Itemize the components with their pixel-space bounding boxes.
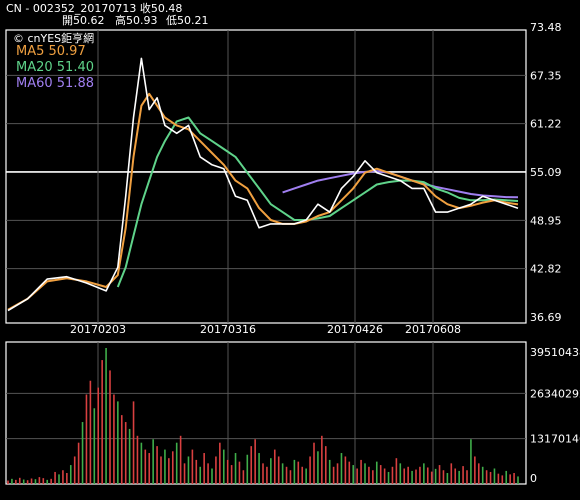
price-y-tick-label: 67.35: [530, 69, 562, 82]
volume-y-axis: 39510438 26340292 13170146 0: [530, 346, 580, 485]
price-x-axis: 20170203 20170316 20170426 20170608: [70, 323, 461, 336]
price-x-tick-label: 20170608: [405, 323, 461, 336]
price-y-tick-label: 55.09: [530, 166, 562, 179]
volume-bars: [7, 348, 519, 484]
price-x-tick-label: 20170316: [200, 323, 256, 336]
price-series: [7, 57, 519, 312]
ma5-legend: MA5 50.97: [16, 44, 86, 59]
price-x-tick-label: 20170203: [70, 323, 126, 336]
price-y-tick-label: 36.69: [530, 311, 562, 324]
price-y-tick-label: 61.22: [530, 118, 562, 131]
close-price-line: [7, 57, 519, 312]
stock-chart: CN - 002352_20170713 收50.48 開50.62 高50.9…: [5, 1, 580, 485]
ma5-line: [7, 92, 519, 311]
volume-grid: [6, 342, 526, 484]
price-y-axis: 73.48 67.35 61.22 55.09 48.95 42.82 36.69: [530, 21, 562, 324]
ma20-line: [116, 116, 519, 288]
volume-y-tick-label: 13170146: [530, 433, 580, 446]
volume-panel-frame: [5, 341, 527, 485]
open-price: 開50.62: [62, 14, 105, 27]
price-y-tick-label: 48.95: [530, 214, 562, 227]
copyright-label: © cnYES鉅亨網: [13, 31, 94, 45]
price-y-tick-label: 42.82: [530, 263, 562, 276]
ma60-legend: MA60 51.88: [16, 76, 94, 91]
ma20-legend: MA20 51.40: [16, 60, 94, 75]
volume-y-tick-label: 26340292: [530, 387, 580, 400]
high-price: 高50.93: [115, 13, 158, 27]
low-price: 低50.21: [166, 14, 209, 27]
header-title: CN - 002352_20170713 收50.48: [6, 1, 182, 15]
ma60-line: [282, 170, 519, 199]
volume-y-tick-label: 0: [530, 472, 537, 485]
volume-y-tick-label: 39510438: [530, 346, 580, 359]
price-x-tick-label: 20170426: [327, 323, 383, 336]
price-y-tick-label: 73.48: [530, 21, 562, 34]
